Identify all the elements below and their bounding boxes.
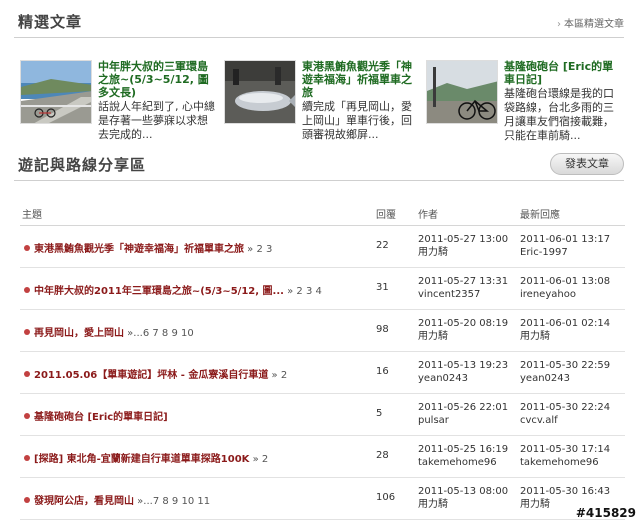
featured-articles: 中年胖大叔的三軍環島之旅~(5/3~5/12, 圖多文長) 話說人年紀到了, 心… xyxy=(20,60,625,142)
table-header: 主題 回覆 作者 最新回應 xyxy=(20,200,625,226)
bullet-icon xyxy=(24,287,30,293)
author-name[interactable]: vincent2357 xyxy=(418,288,508,301)
forum-title: 遊記與路線分享區 xyxy=(18,156,147,174)
author-time: 2011-05-25 16:19 xyxy=(418,444,509,455)
featured-section-header: 精選文章 › 本區精選文章 xyxy=(14,12,624,38)
bullet-icon xyxy=(24,413,30,419)
last-reply-user[interactable]: 用力騎 xyxy=(520,330,610,343)
featured-more-link[interactable]: › 本區精選文章 xyxy=(557,15,624,30)
page-links[interactable]: »...6 7 8 9 10 xyxy=(124,328,194,339)
reply-count: 5 xyxy=(376,408,383,419)
column-header-last-reply: 最新回應 xyxy=(520,210,560,221)
table-row: 發現阿公店，看見岡山 »...7 8 9 10 11 106 2011-05-1… xyxy=(20,478,625,520)
column-header-topic: 主題 xyxy=(22,210,42,221)
watermark-id: #415829 xyxy=(575,506,636,520)
featured-item-title[interactable]: 中年胖大叔的三軍環島之旅~(5/3~5/12, 圖多文長) xyxy=(98,60,216,99)
reply-count: 28 xyxy=(376,450,389,461)
reply-count: 31 xyxy=(376,282,389,293)
author-name[interactable]: 用力騎 xyxy=(418,498,508,511)
last-reply-time: 2011-05-30 17:14 xyxy=(520,444,611,455)
last-reply-user[interactable]: takemehome96 xyxy=(520,456,610,469)
featured-thumbnail-coast-road[interactable] xyxy=(20,60,92,124)
reply-count: 16 xyxy=(376,366,389,377)
chevron-right-icon: › xyxy=(557,19,561,30)
author-time: 2011-05-13 08:00 xyxy=(418,486,509,497)
featured-item[interactable]: 中年胖大叔的三軍環島之旅~(5/3~5/12, 圖多文長) 話說人年紀到了, 心… xyxy=(20,60,218,141)
topic-link[interactable]: 東港黑鮪魚觀光季「神遊幸福海」祈福單車之旅 xyxy=(34,244,244,255)
reply-count: 106 xyxy=(376,492,396,503)
bullet-icon xyxy=(24,329,30,335)
topic-link[interactable]: 基隆砲砲台 [Eric的單車日記] xyxy=(34,412,168,423)
last-reply-user[interactable]: yean0243 xyxy=(520,372,610,385)
last-reply-user[interactable]: Eric-1997 xyxy=(520,246,610,259)
author-time: 2011-05-20 08:19 xyxy=(418,318,509,329)
topic-link[interactable]: 中年胖大叔的2011年三軍環島之旅~(5/3~5/12, 圖... xyxy=(34,286,284,297)
reply-count: 22 xyxy=(376,240,389,251)
forum-section-header: 遊記與路線分享區 xyxy=(14,155,624,181)
reply-count: 98 xyxy=(376,324,389,335)
author-name[interactable]: 用力騎 xyxy=(418,330,508,343)
page-links[interactable]: » 2 xyxy=(268,370,288,381)
topic-link[interactable]: 2011.05.06【單車遊記】坪林 - 金瓜寮溪自行車道 xyxy=(34,370,268,381)
author-name[interactable]: yean0243 xyxy=(418,372,508,385)
last-reply-time: 2011-05-30 22:59 xyxy=(520,360,611,371)
table-row: 再見岡山，愛上岡山 »...6 7 8 9 10 98 2011-05-20 0… xyxy=(20,310,625,352)
column-header-author: 作者 xyxy=(418,210,438,221)
featured-item-title[interactable]: 基隆砲砲台 [Eric的單車日記] xyxy=(504,60,622,86)
last-reply-user[interactable]: ireneyahoo xyxy=(520,288,610,301)
last-reply-time: 2011-05-30 16:43 xyxy=(520,486,611,497)
bullet-icon xyxy=(24,497,30,503)
featured-more-label: 本區精選文章 xyxy=(564,19,624,30)
last-reply-time: 2011-06-01 13:08 xyxy=(520,276,611,287)
page-links[interactable]: » 2 3 xyxy=(244,244,272,255)
last-reply-user[interactable]: cvcv.alf xyxy=(520,414,610,427)
featured-item-title[interactable]: 東港黑鮪魚觀光季「神遊幸福海」祈福單車之旅 xyxy=(302,60,420,99)
author-time: 2011-05-26 22:01 xyxy=(418,402,509,413)
featured-item-desc: 基隆砲台環線是我的口袋路線，台北多雨的三月讓車友們宿接載難，只能在車前騎... xyxy=(504,87,614,142)
table-row: 2011.05.06【單車遊記】坪林 - 金瓜寮溪自行車道 » 2 16 201… xyxy=(20,352,625,394)
topic-link[interactable]: 發現阿公店，看見岡山 xyxy=(34,496,134,507)
topic-link[interactable]: [探路] 東北角-宜蘭新建自行車道單車探路100K xyxy=(34,454,249,465)
featured-item[interactable]: 東港黑鮪魚觀光季「神遊幸福海」祈福單車之旅 續完成「再見岡山，愛上岡山」單車行後… xyxy=(224,60,422,141)
last-reply-time: 2011-06-01 02:14 xyxy=(520,318,611,329)
table-row: 中年胖大叔的2011年三軍環島之旅~(5/3~5/12, 圖... » 2 3 … xyxy=(20,268,625,310)
table-row: 東港黑鮪魚觀光季「神遊幸福海」祈福單車之旅 » 2 3 22 2011-05-2… xyxy=(20,226,625,268)
author-time: 2011-05-13 19:23 xyxy=(418,360,509,371)
featured-item-desc: 續完成「再見岡山，愛上岡山」單車行後，回頭審視故鄉屏... xyxy=(302,100,412,141)
page-links[interactable]: » 2 3 4 xyxy=(284,286,322,297)
table-row: 基隆砲砲台 [Eric的單車日記] 5 2011-05-26 22:01 puls… xyxy=(20,394,625,436)
featured-title: 精選文章 xyxy=(18,13,83,31)
author-time: 2011-05-27 13:00 xyxy=(418,234,509,245)
bullet-icon xyxy=(24,371,30,377)
author-name[interactable]: takemehome96 xyxy=(418,456,508,469)
author-time: 2011-05-27 13:31 xyxy=(418,276,509,287)
bullet-icon xyxy=(24,245,30,251)
featured-thumbnail-bicycle[interactable] xyxy=(426,60,498,124)
post-article-button[interactable]: 發表文章 xyxy=(550,153,624,175)
author-name[interactable]: 用力騎 xyxy=(418,246,508,259)
featured-item-desc: 話說人年紀到了, 心中總是存著一些夢寐以求想去完成的... xyxy=(98,100,215,141)
featured-item[interactable]: 基隆砲砲台 [Eric的單車日記] 基隆砲台環線是我的口袋路線，台北多雨的三月讓… xyxy=(426,60,624,142)
featured-thumbnail-tuna[interactable] xyxy=(224,60,296,124)
last-reply-time: 2011-05-30 22:24 xyxy=(520,402,611,413)
table-row: [探路] 東北角-宜蘭新建自行車道單車探路100K » 2 28 2011-05… xyxy=(20,436,625,478)
author-name[interactable]: pulsar xyxy=(418,414,508,427)
page-links[interactable]: » 2 xyxy=(249,454,269,465)
topic-table: 主題 回覆 作者 最新回應 東港黑鮪魚觀光季「神遊幸福海」祈福單車之旅 » 2 … xyxy=(20,200,625,520)
page-links[interactable]: »...7 8 9 10 11 xyxy=(134,496,210,507)
topic-link[interactable]: 再見岡山，愛上岡山 xyxy=(34,328,124,339)
column-header-replies: 回覆 xyxy=(376,210,396,221)
bullet-icon xyxy=(24,455,30,461)
last-reply-time: 2011-06-01 13:17 xyxy=(520,234,611,245)
